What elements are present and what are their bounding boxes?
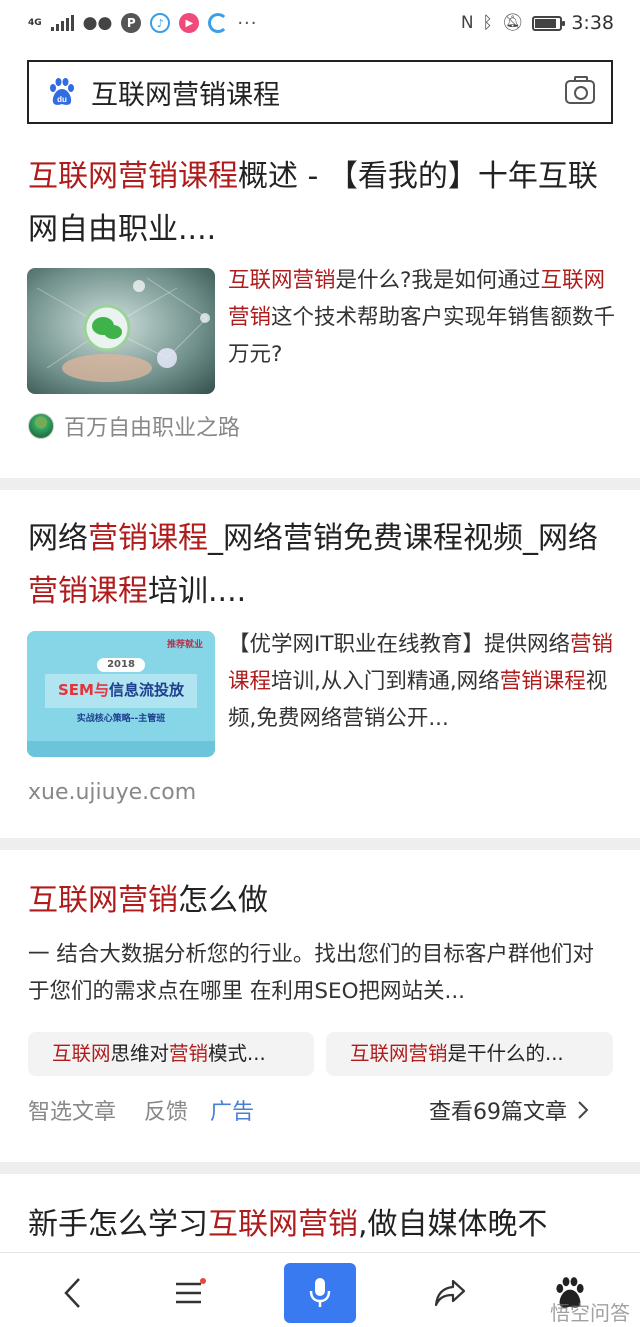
text-segment: 怎么做 [178,883,268,918]
text-segment: 培训,从入门到精通,网络 [271,669,500,694]
browser-app-icon [208,13,229,33]
thumb-headline-b: 信息流投放 [108,681,184,699]
result-title[interactable]: 网络营销课程_网络营销免费课程视频_网络营销课程培训.... [28,512,618,618]
status-left: 4G ●● P ♪ ▶ ··· [28,13,258,34]
highlighted-keyword: 营销课程 [88,521,208,556]
highlighted-keyword: 互联网营销课程 [28,159,238,194]
nfc-icon: N [460,13,474,33]
view-more-articles-link[interactable]: 查看69篇文章 [429,1094,589,1126]
highlighted-keyword: 营销 [169,1042,209,1065]
back-arrow-icon [64,1278,80,1308]
text-segment: 思维对 [110,1042,170,1065]
divider [0,1162,640,1174]
more-notifications-icon: ··· [237,12,258,34]
article-source-label: 智选文章 [28,1100,117,1125]
watermark-text: 悟空问答 [550,1301,630,1325]
clock: 3:38 [571,12,614,34]
text-segment: 网络 [28,521,88,556]
divider [0,838,640,850]
highlighted-keyword: 互联网 [52,1042,111,1065]
text-segment: _网络营销免费课程视频_网络 [208,521,598,556]
result-snippet: 一 结合大数据分析您的行业。找出您们的目标客户群他们对于您们的需求点在哪里 在利… [28,942,594,1004]
avatar [28,413,54,439]
watermark: 悟空问答 [550,1297,630,1326]
text-segment: 是干什么的... [447,1042,564,1065]
text-segment: 【优学网IT职业在线教育】提供网络 [228,632,570,657]
search-box[interactable]: du 互联网营销课程 [27,60,613,124]
related-chip-1[interactable]: 互联网思维对营销模式... [28,1032,314,1076]
result-card-4: 新手怎么学习互联网营销,做自媒体晚不 [0,1174,640,1252]
divider [0,478,640,490]
battery-icon [532,15,566,31]
microphone-icon [309,1278,331,1307]
mute-icon: 🔕︎ [501,13,524,33]
highlighted-keyword: 营销课程 [499,669,586,694]
status-right: N ᛒ 🔕︎ 3:38 [461,12,614,34]
highlighted-keyword: 互联网营销 [350,1042,448,1065]
highlighted-keyword: 互联网营销 [28,883,178,918]
result-title[interactable]: 新手怎么学习互联网营销,做自媒体晚不 [28,1198,618,1251]
text-segment: 这个技术帮助客户实现年销售额数千万元? [228,305,616,367]
result-source[interactable]: xue.ujiuye.com [28,780,196,805]
bluetooth-icon: ᛒ [482,13,493,33]
wechat-icon: ●● [82,13,113,33]
text-segment: 模式... [208,1042,266,1065]
result-card-2: 网络营销课程_网络营销免费课程视频_网络营销课程培训.... 推荐就业 2018… [0,490,640,838]
result-title[interactable]: 互联网营销怎么做 [28,874,618,927]
menu-button[interactable] [154,1263,226,1323]
highlighted-keyword: 营销课程 [28,574,148,609]
text-segment: 是什么?我是如何通过 [335,268,541,293]
result-thumbnail[interactable] [27,268,215,394]
thumb-headline: SEM与信息流投放 [27,679,215,700]
text-segment: ,做自媒体晚不 [358,1207,548,1242]
camera-search-icon[interactable] [565,76,595,104]
related-chip-2[interactable]: 互联网营销是干什么的... [326,1032,613,1076]
search-input[interactable]: 互联网营销课程 [91,73,565,112]
share-icon [434,1279,466,1307]
back-button[interactable] [36,1263,108,1323]
result-title[interactable]: 互联网营销课程概述 - 【看我的】十年互联网自由职业.... [28,150,618,256]
text-segment: 培训.... [148,574,247,609]
result-snippet: 【优学网IT职业在线教育】提供网络营销课程培训,从入门到精通,网络营销课程视频,… [228,626,618,737]
highlighted-keyword: 互联网营销 [208,1207,358,1242]
chevron-right-icon [578,1101,589,1119]
thumb-subtitle: 实战核心策略--主管班 [76,714,166,724]
thumb-headline-a: SEM与 [58,681,109,699]
share-button[interactable] [414,1263,486,1323]
voice-search-button[interactable] [284,1263,356,1323]
baidu-logo-icon: du [47,77,77,107]
signal-icon [50,15,74,31]
bottom-nav-bar [0,1252,640,1327]
result-source[interactable]: 百万自由职业之路 [28,410,240,442]
feedback-link[interactable]: 反馈 [144,1094,188,1126]
view-more-label: 查看69篇文章 [429,1100,567,1125]
text-segment: 新手怎么学习 [28,1207,208,1242]
menu-icon [176,1278,206,1304]
result-thumbnail[interactable]: 推荐就业 2018 SEM与信息流投放 实战核心策略--主管班 [27,631,215,757]
status-bar: 4G ●● P ♪ ▶ ··· N ᛒ 🔕︎ 3:38 [0,0,640,46]
ad-label: 广告 [210,1100,255,1125]
svg-text:du: du [57,95,67,104]
result-snippet: 互联网营销是什么?我是如何通过互联网营销这个技术帮助客户实现年销售额数千万元? [228,262,618,373]
video-app-icon: ▶ [179,13,200,33]
bell-app-icon: ♪ [150,13,171,33]
parking-app-icon: P [121,13,142,33]
source-name: 百万自由职业之路 [64,416,241,441]
result-card-1: 互联网营销课程概述 - 【看我的】十年互联网自由职业.... 互联网营销是什么?… [0,138,640,478]
thumb-year: 2018 [107,659,135,670]
thumb-badge: 推荐就业 [166,640,203,650]
network-type: 4G [28,17,42,28]
source-url: xue.ujiuye.com [28,780,197,805]
highlighted-keyword: 互联网营销 [228,268,336,293]
